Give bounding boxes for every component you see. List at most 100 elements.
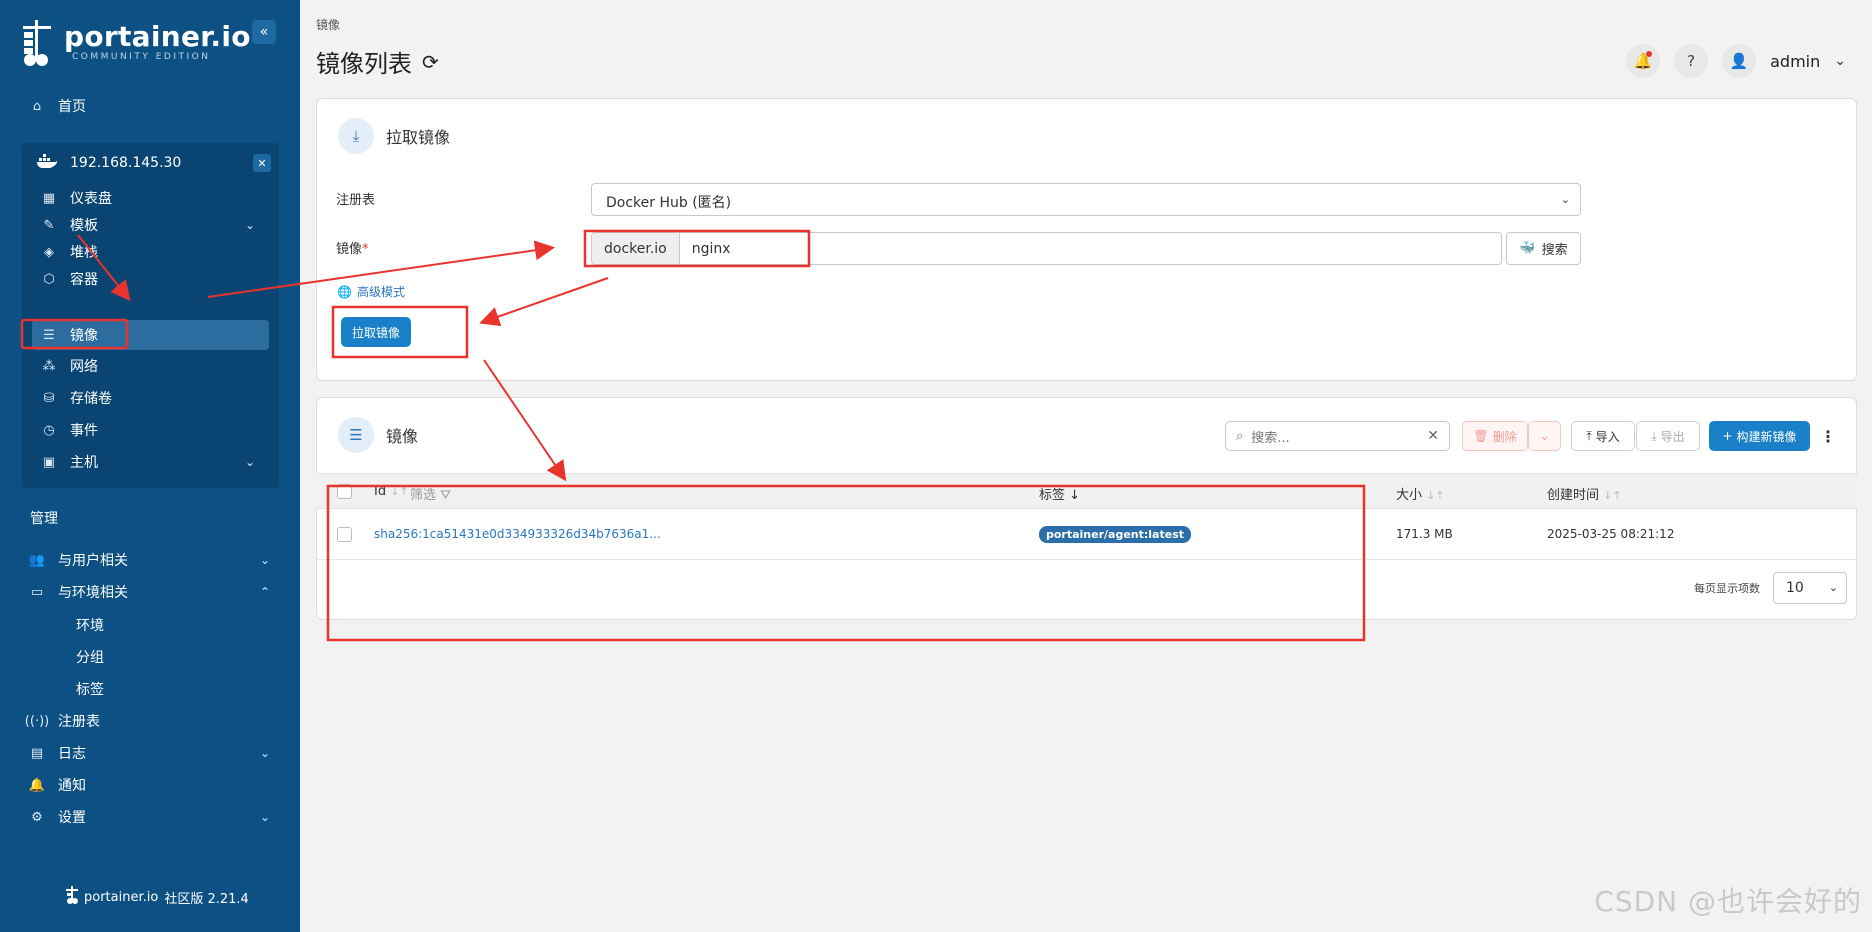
- sidebar-item-settings[interactable]: ⚙ 设置 ⌄: [30, 805, 270, 829]
- sidebar-subitem-tags[interactable]: 标签: [76, 679, 104, 699]
- column-filter[interactable]: 筛选 ⛛: [410, 484, 451, 503]
- chevron-down-icon: ⌄: [244, 455, 255, 469]
- sidebar: portainer.io COMMUNITY EDITION « ⌂ 首页 19…: [0, 0, 300, 932]
- sidebar-footer: portainer.io 社区版 2.21.4: [66, 886, 249, 908]
- search-image-button[interactable]: 🐳 搜索: [1506, 232, 1581, 265]
- column-size-label: 大小: [1396, 488, 1423, 503]
- layers-icon: ◈: [44, 244, 54, 260]
- column-created[interactable]: 创建时间 ↓↑: [1547, 484, 1622, 503]
- delete-button-label: 删除: [1492, 429, 1517, 444]
- sidebar-item-dashboard[interactable]: ▦ 仪表盘: [32, 183, 269, 213]
- advanced-mode-link[interactable]: 🌐 高级模式: [337, 283, 405, 300]
- drive-icon: ▭: [30, 584, 44, 600]
- sidebar-item-registries[interactable]: ((·)) 注册表: [25, 709, 270, 733]
- column-size[interactable]: 大小 ↓↑: [1396, 484, 1445, 503]
- chevron-down-icon: ⌄: [259, 810, 270, 824]
- search-icon: ⌕: [1236, 428, 1244, 444]
- edition-label: COMMUNITY EDITION: [72, 52, 211, 62]
- image-input[interactable]: nginx: [680, 233, 743, 264]
- images-search-input[interactable]: ⌕ 搜索... ✕: [1225, 421, 1450, 451]
- brand-name: portainer.io: [64, 20, 251, 53]
- clear-search-icon[interactable]: ✕: [1427, 428, 1439, 444]
- sidebar-item-notifications[interactable]: 🔔 通知: [29, 773, 270, 797]
- registry-select-value: Docker Hub (匿名): [606, 195, 732, 211]
- network-icon: ⁂: [42, 358, 56, 374]
- column-id[interactable]: Id ↓↑: [374, 484, 409, 499]
- refresh-icon[interactable]: ⟳: [422, 50, 439, 74]
- sidebar-item-label: 与环境相关: [58, 585, 128, 601]
- globe-icon: 🌐: [337, 284, 352, 299]
- database-icon: ⛁: [43, 390, 55, 406]
- help-icon: ?: [1687, 52, 1696, 70]
- collapse-sidebar-button[interactable]: «: [252, 20, 276, 44]
- sidebar-subitem-groups[interactable]: 分组: [76, 647, 104, 667]
- sort-icon: ↓↑: [1603, 489, 1622, 502]
- edit-icon: ✎: [43, 217, 55, 233]
- select-all-checkbox[interactable]: [337, 484, 352, 499]
- close-environment-button[interactable]: ✕: [253, 154, 271, 172]
- sidebar-item-users[interactable]: 👥 与用户相关 ⌄: [29, 548, 270, 572]
- pull-image-button[interactable]: 拉取镜像: [341, 317, 411, 347]
- row-checkbox[interactable]: [337, 527, 352, 542]
- sidebar-item-home[interactable]: ⌂ 首页: [30, 94, 86, 118]
- image-created: 2025-03-25 08:21:12: [1547, 527, 1675, 541]
- docker-icon: 🐳: [1519, 241, 1536, 256]
- sidebar-item-label: 日志: [58, 746, 86, 762]
- sidebar-item-host[interactable]: ▣ 主机 ⌄: [32, 447, 269, 477]
- chevron-down-icon[interactable]: ⌄: [1834, 53, 1846, 69]
- search-placeholder: 搜索...: [1251, 430, 1290, 446]
- notifications-button[interactable]: 🔔: [1626, 44, 1661, 78]
- portainer-logo[interactable]: portainer.io COMMUNITY EDITION: [20, 18, 251, 66]
- sidebar-item-volumes[interactable]: ⛁ 存储卷: [32, 383, 269, 413]
- file-icon: ▤: [30, 745, 44, 761]
- sidebar-item-logs[interactable]: ▤ 日志 ⌄: [30, 741, 270, 765]
- delete-options-button[interactable]: ⌄: [1528, 421, 1561, 451]
- registry-select[interactable]: Docker Hub (匿名) ⌄: [591, 183, 1581, 216]
- chevron-down-icon: ⌄: [259, 746, 270, 760]
- registry-prefix: docker.io: [592, 233, 680, 264]
- export-button-label: 导出: [1660, 429, 1685, 444]
- column-created-label: 创建时间: [1547, 488, 1600, 503]
- page-size-select[interactable]: 10 ⌄: [1773, 572, 1847, 604]
- table-row[interactable]: sha256:1ca51431e0d334933326d34b7636a1...…: [316, 510, 1857, 560]
- sidebar-item-label: 注册表: [58, 714, 100, 730]
- sidebar-item-containers[interactable]: ⬡ 容器: [32, 264, 269, 294]
- list-icon: ☰: [43, 327, 55, 343]
- user-name[interactable]: admin: [1770, 52, 1820, 71]
- gear-icon: ⚙: [31, 809, 43, 825]
- sidebar-item-networks[interactable]: ⁂ 网络: [32, 351, 269, 381]
- table-header: Id ↓↑ 筛选 ⛛ 标签 ↓ 大小 ↓↑ 创建时间 ↓↑: [316, 473, 1857, 509]
- import-button[interactable]: ⤒ 导入: [1571, 421, 1635, 451]
- breadcrumb[interactable]: 镜像: [316, 16, 340, 33]
- build-image-button[interactable]: + 构建新镜像: [1709, 421, 1810, 451]
- image-input-group: docker.io nginx: [591, 232, 1502, 265]
- sidebar-item-label: 主机: [70, 455, 98, 471]
- sidebar-item-label: 通知: [58, 778, 86, 794]
- sidebar-item-label: 网络: [70, 359, 98, 375]
- footer-version: 社区版 2.21.4: [164, 891, 249, 907]
- column-id-label: Id: [374, 484, 387, 499]
- help-button[interactable]: ?: [1674, 44, 1709, 78]
- user-avatar[interactable]: 👤: [1722, 44, 1757, 78]
- sidebar-item-images[interactable]: ☰ 镜像: [32, 320, 269, 350]
- delete-button[interactable]: 🗑 删除: [1462, 421, 1528, 451]
- sidebar-subitem-environments[interactable]: 环境: [76, 615, 104, 635]
- required-mark: *: [362, 242, 369, 257]
- topbar-actions: 🔔 ? 👤 admin ⌄: [1626, 44, 1846, 78]
- sidebar-item-stacks[interactable]: ◈ 堆栈: [32, 237, 269, 267]
- chevron-down-icon: ⌄: [259, 553, 270, 567]
- download-icon: ⤓: [338, 118, 374, 154]
- page-title: 镜像列表 ⟳: [316, 44, 439, 79]
- sidebar-item-templates[interactable]: ✎ 模板 ⌄: [32, 210, 269, 240]
- filter-icon: ⛛: [440, 488, 452, 503]
- sidebar-item-label: 设置: [58, 810, 86, 826]
- more-options-icon[interactable]: ⋮: [1820, 427, 1836, 446]
- export-button[interactable]: ⤓ 导出: [1636, 421, 1700, 451]
- sidebar-item-label: 仪表盘: [70, 191, 112, 207]
- image-label-text: 镜像: [336, 242, 363, 257]
- image-id-link[interactable]: sha256:1ca51431e0d334933326d34b7636a1...: [374, 527, 661, 541]
- sidebar-item-environment-related[interactable]: ▭ 与环境相关 ⌃: [30, 580, 270, 604]
- column-tags[interactable]: 标签 ↓: [1039, 484, 1080, 503]
- sidebar-item-events[interactable]: ◷ 事件: [32, 415, 269, 445]
- docker-whale-icon: [36, 153, 58, 173]
